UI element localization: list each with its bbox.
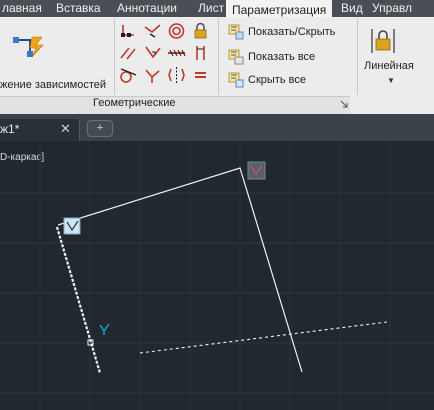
selected-segment[interactable] (55, 226, 102, 374)
perpendicular-constraint-marker[interactable] (63, 217, 81, 235)
new-tab-button[interactable]: + (87, 120, 113, 137)
smooth-icon[interactable] (141, 64, 164, 86)
chevron-down-icon[interactable]: ▼ (387, 76, 395, 85)
linear-dimension-button[interactable] (360, 19, 434, 95)
fix-lock-icon[interactable] (189, 20, 212, 42)
file-tab[interactable]: ж1* ✕ (0, 119, 80, 141)
show-all-button[interactable]: Показать все (228, 47, 315, 67)
dashed-line[interactable] (139, 321, 388, 354)
constraint-show-hide-icon (228, 24, 244, 40)
close-icon[interactable]: ✕ (60, 121, 71, 137)
separator (218, 19, 219, 95)
linear-lock-icon (371, 29, 395, 53)
hide-all-button[interactable]: Скрыть все (228, 70, 306, 90)
ribbon-tab-bar: лавная Вставка Аннотации Лист Параметриз… (0, 0, 434, 19)
parallel-icon[interactable] (117, 42, 140, 64)
constraint-show-all-icon (228, 49, 244, 65)
dialog-launcher-icon[interactable] (340, 100, 348, 108)
horizontal-icon[interactable] (165, 42, 188, 64)
tab-view[interactable]: Вид (335, 0, 369, 17)
symmetric-icon[interactable] (165, 64, 188, 86)
concentric-icon[interactable] (165, 20, 188, 42)
constraint-hide-all-icon (228, 72, 244, 88)
drawing-geometry[interactable] (0, 141, 434, 410)
separator (357, 19, 358, 95)
show-hide-label: Показать/Скрыть (248, 26, 336, 38)
auto-constrain-button[interactable]: жение зависимостей (0, 19, 112, 95)
coincident-icon[interactable] (117, 20, 140, 42)
auto-constrain-label: жение зависимостей (0, 79, 107, 91)
hide-all-label: Скрыть все (248, 74, 306, 86)
show-all-label: Показать все (248, 51, 316, 63)
show-hide-button[interactable]: Показать/Скрыть (228, 22, 335, 42)
grid-lines (0, 141, 434, 410)
linear-dimension-label: Линейная (364, 60, 414, 72)
tangent-icon[interactable] (117, 64, 140, 86)
separator (114, 19, 115, 95)
polyline-shape[interactable] (57, 167, 303, 373)
tab-manage[interactable]: Управл (366, 0, 418, 17)
perpendicular-constraint-marker-faded[interactable] (247, 161, 266, 180)
group-title-geometric: Геометрические (93, 97, 176, 109)
vertical-icon[interactable] (189, 42, 212, 64)
auto-constrain-icon (13, 36, 44, 58)
tab-insert[interactable]: Вставка (50, 0, 107, 17)
file-tab-label: ж1* (0, 122, 20, 136)
perpendicular-icon[interactable] (141, 42, 164, 64)
tab-home[interactable]: лавная (0, 0, 48, 17)
equal-icon[interactable] (189, 64, 212, 86)
collinear-icon[interactable] (141, 20, 164, 42)
tab-layout[interactable]: Лист (192, 0, 230, 17)
ucs-marker-icon (99, 323, 110, 335)
tab-annotate[interactable]: Аннотации (111, 0, 183, 17)
